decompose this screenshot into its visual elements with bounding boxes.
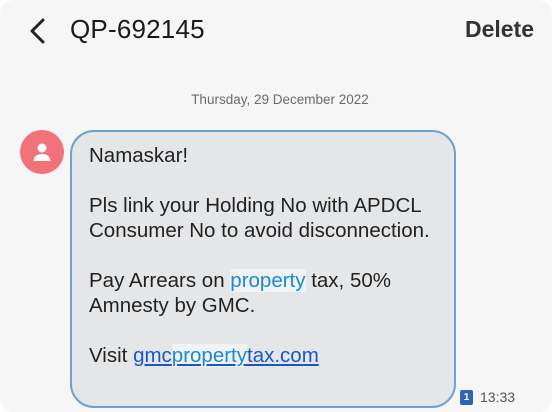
delete-button[interactable]: Delete <box>465 16 534 43</box>
message-meta: 1 13:33 <box>460 389 515 405</box>
website-link[interactable]: gmcpropertytax.com <box>133 344 319 367</box>
top-bar: QP-692145 Delete <box>0 0 552 64</box>
visit-prefix: Visit <box>89 344 134 367</box>
link-part-2: tax.com <box>247 344 319 367</box>
message-line: Pls link your Holding No with APDCL Cons… <box>89 194 430 242</box>
link-part-1: gmc <box>133 344 172 367</box>
message-screen: QP-692145 Delete Thursday, 29 December 2… <box>0 0 552 412</box>
chevron-left-icon <box>30 18 45 44</box>
sender-title: QP-692145 <box>70 14 205 44</box>
link-highlight: property <box>171 344 248 367</box>
back-button[interactable] <box>22 14 52 48</box>
person-icon <box>33 143 51 161</box>
date-separator: Thursday, 29 December 2022 <box>191 92 369 107</box>
message-pay-line: Pay Arrears on property tax, 50% Amnesty… <box>89 268 438 318</box>
message-visit-line: Visit gmcpropertytax.com <box>89 343 438 368</box>
message-time: 13:33 <box>480 389 516 405</box>
message-greeting: Namaskar! <box>89 144 189 167</box>
highlight-word: property <box>230 269 306 292</box>
avatar[interactable] <box>20 130 64 174</box>
message-bubble[interactable]: Namaskar! Pls link your Holding No with … <box>70 130 456 408</box>
sim-badge: 1 <box>460 389 473 405</box>
pay-prefix: Pay Arrears on <box>89 269 231 292</box>
